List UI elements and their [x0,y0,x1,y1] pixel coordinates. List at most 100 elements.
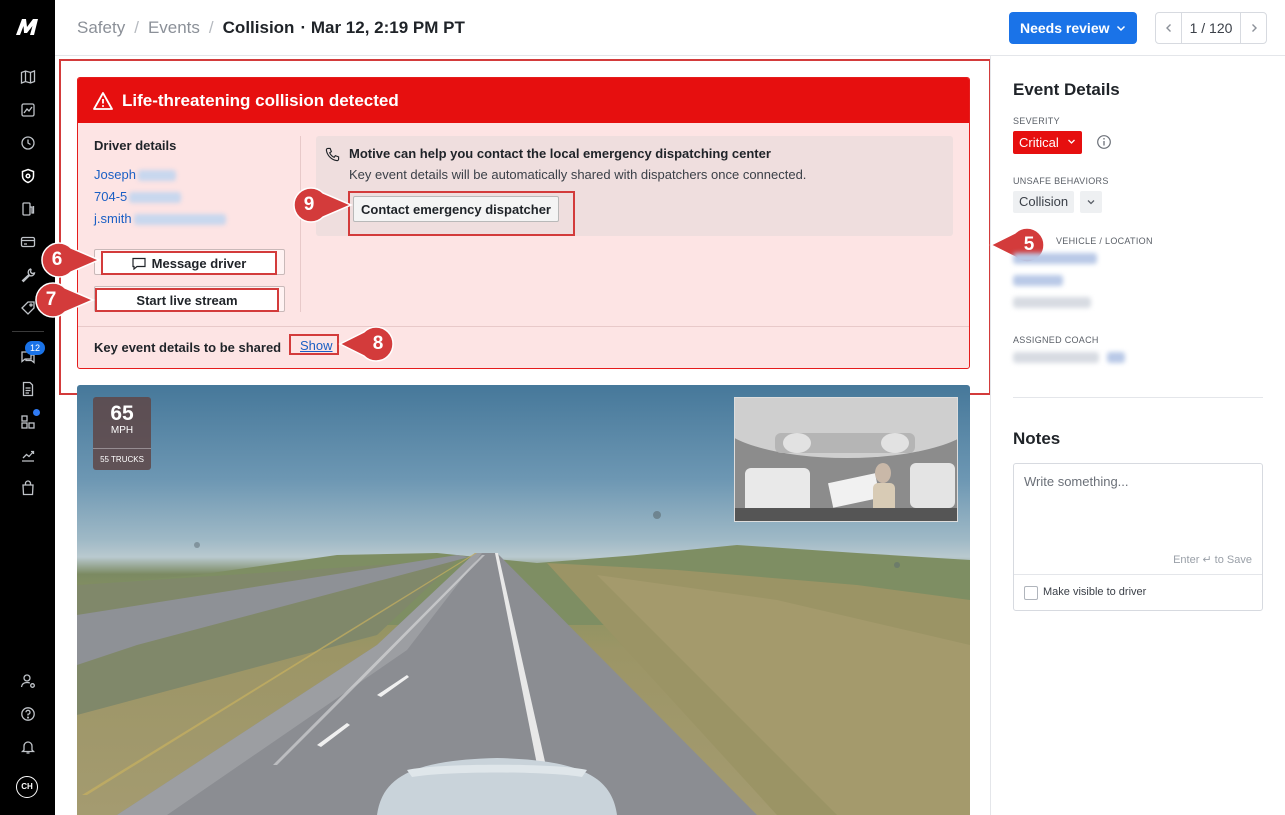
notes-footer-divider [1014,574,1262,575]
event-pager: 1 / 120 [1155,12,1267,44]
driver-phone-link[interactable]: 704-5 [94,189,182,204]
breadcrumb: Safety / Events / Collision · Mar 12, 2:… [77,18,465,38]
make-visible-checkbox[interactable] [1024,586,1038,600]
notification-dot [33,409,40,416]
redacted-text [129,192,182,204]
event-details-title: Event Details [1013,80,1120,99]
dashcam-video[interactable]: 65 MPH 55 TRUCKS [77,385,970,815]
redacted-vehicle [1013,253,1097,264]
unsafe-behaviors-label: UNSAFE BEHAVIORS [1013,176,1109,186]
breadcrumb-separator: / [208,18,214,37]
footer-divider [78,326,969,327]
previous-event-button[interactable] [1156,13,1181,43]
contact-dispatcher-button[interactable]: Contact emergency dispatcher [353,196,559,222]
nav-divider [12,331,44,332]
document-icon[interactable] [17,378,39,400]
alert-title: Life-threatening collision detected [122,90,399,110]
driver-phone: 704-5 [94,189,128,204]
chevron-right-icon [1251,24,1257,32]
fuel-icon[interactable] [17,198,39,220]
driver-email: j.smith [94,211,132,226]
behavior-chip-collision[interactable]: Collision [1013,191,1075,213]
severity-value: Critical [1019,135,1059,150]
chevron-down-icon [1068,139,1075,144]
behavior-dropdown-button[interactable] [1080,191,1102,213]
callout-number: 9 [303,194,315,215]
page-header: Safety / Events / Collision · Mar 12, 2:… [55,0,1285,56]
user-avatar[interactable]: CH [16,776,38,798]
map-icon[interactable] [17,66,39,88]
bell-icon[interactable] [17,736,39,758]
start-live-stream-button[interactable]: Start live stream [95,288,279,312]
callout-number: 8 [372,333,384,354]
speed-overlay: 65 MPH 55 TRUCKS [93,397,151,470]
chat-icon [132,257,146,270]
driver-details-title: Driver details [94,138,177,153]
notes-title: Notes [1013,429,1061,448]
info-icon[interactable] [1096,134,1112,150]
message-driver-button-frame: Message driver [94,249,285,275]
needs-review-button[interactable]: Needs review [1009,12,1137,44]
contact-dispatcher-highlight: Contact emergency dispatcher [348,191,575,236]
needs-review-label: Needs review [1020,20,1110,36]
alert-header: Life-threatening collision detected [78,78,969,123]
show-key-details-link[interactable]: Show [300,338,333,353]
warning-icon [93,91,113,110]
dispatch-info-box: Motive can help you contact the local em… [316,136,953,236]
chevron-left-icon [1165,24,1171,32]
card-icon[interactable] [17,231,39,253]
cab-interior-image [735,398,957,521]
breadcrumb-collision: Collision [222,18,295,37]
make-visible-label: Make visible to driver [1043,586,1147,598]
notes-input[interactable]: Write something... Enter ↵ to Save Make … [1013,463,1263,611]
start-live-stream-button-frame: Start live stream [94,286,285,312]
driver-name-link[interactable]: Joseph [94,167,176,182]
chevron-down-icon [1116,25,1126,32]
severity-dropdown[interactable]: Critical [1013,131,1082,154]
notes-placeholder: Write something... [1024,474,1129,489]
section-divider [1013,397,1263,398]
callout-8: 8 [338,324,398,364]
analytics-icon[interactable] [17,444,39,466]
breadcrumb-separator: / [134,18,139,37]
redacted-coach [1013,352,1099,363]
vehicle-location-label: VEHICLE / LOCATION [1056,236,1153,246]
callout-9: 9 [289,185,353,225]
severity-label: SEVERITY [1013,116,1060,126]
message-count-badge: 12 [25,341,45,355]
motive-logo-icon[interactable] [14,16,42,38]
help-icon[interactable] [17,703,39,725]
event-timestamp: · Mar 12, 2:19 PM PT [300,18,465,37]
driver-email-link[interactable]: j.smith [94,211,226,226]
callout-number: 7 [45,289,57,310]
bag-icon[interactable] [17,477,39,499]
chevron-down-icon [1087,200,1095,205]
next-event-button[interactable] [1241,13,1266,43]
event-timestamp-text: Mar 12, 2:19 PM PT [310,18,465,37]
left-nav: 12 CH [0,0,55,815]
driver-name: Joseph [94,167,136,182]
app: 12 CH Safety / Events / Collision · Mar … [0,0,1285,815]
right-panel-divider [990,56,991,815]
phone-icon [325,147,340,162]
show-link-highlight: Show [289,334,339,355]
breadcrumb-safety[interactable]: Safety [77,18,125,38]
redacted-location [1013,275,1063,286]
start-live-stream-label: Start live stream [136,292,238,308]
shield-icon[interactable] [17,165,39,187]
speed-limit: 55 TRUCKS [93,448,151,470]
assigned-coach-label: ASSIGNED COACH [1013,335,1099,345]
redacted-text [133,214,226,226]
message-driver-button[interactable]: Message driver [101,251,277,275]
pager-count: 1 / 120 [1181,13,1241,43]
dispatch-subtitle: Key event details will be automatically … [349,167,807,182]
message-driver-label: Message driver [151,255,247,271]
user-settings-icon[interactable] [17,670,39,692]
dashboard-icon[interactable] [17,99,39,121]
clock-icon[interactable] [17,132,39,154]
redacted-time [1013,297,1091,308]
callout-number: 6 [51,249,63,270]
callout-6: 6 [37,240,101,280]
driver-facing-camera[interactable] [734,397,958,522]
breadcrumb-events[interactable]: Events [148,18,200,38]
